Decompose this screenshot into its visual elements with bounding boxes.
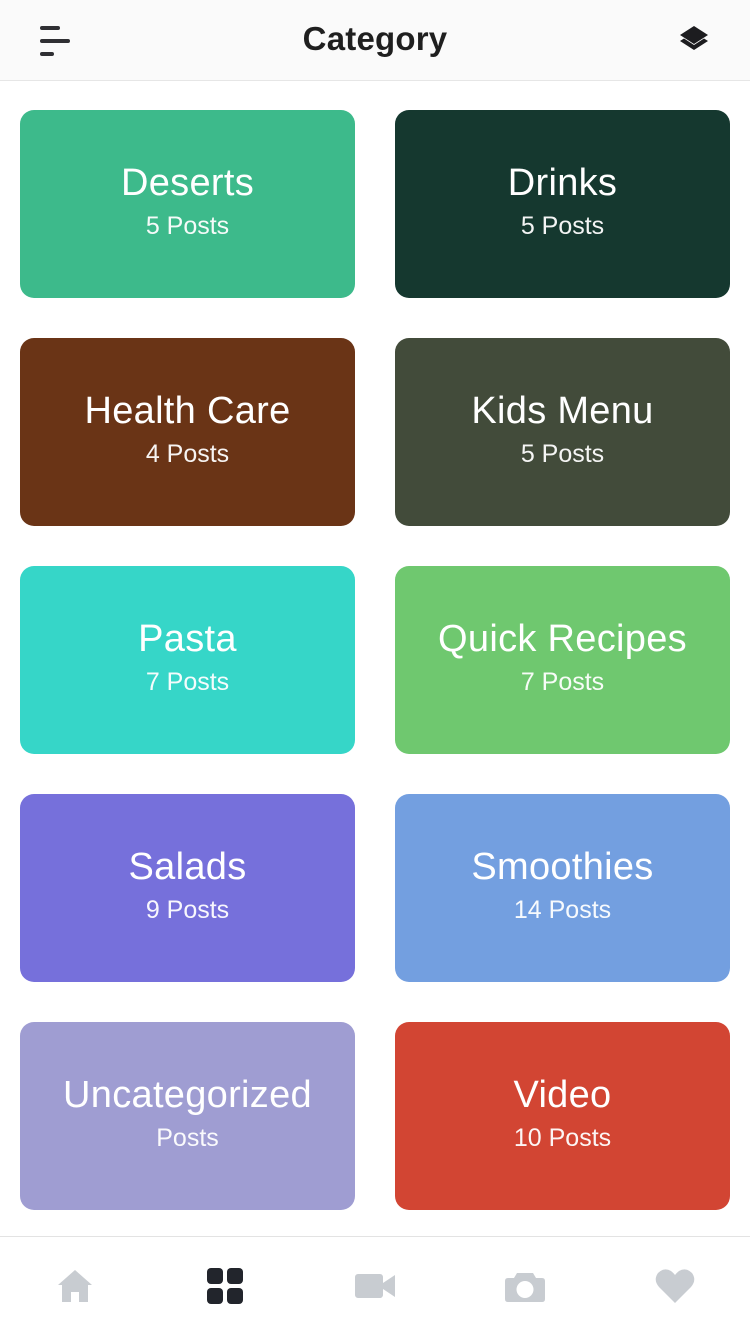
category-name: Uncategorized (63, 1074, 312, 1116)
tab-video[interactable] (300, 1237, 450, 1334)
video-icon (355, 1273, 395, 1298)
category-card[interactable]: Uncategorized Posts (20, 1022, 355, 1210)
home-icon (58, 1269, 92, 1302)
category-card[interactable]: Quick Recipes 7 Posts (395, 566, 730, 754)
category-post-count: 14 Posts (513, 896, 612, 924)
category-name: Video (513, 1074, 612, 1116)
category-post-count: 7 Posts (145, 668, 230, 696)
category-grid: Deserts 5 Posts Drinks 5 Posts Health Ca… (20, 110, 730, 1210)
category-card[interactable]: Deserts 5 Posts (20, 110, 355, 298)
category-name: Pasta (138, 618, 237, 660)
category-card[interactable]: Smoothies 14 Posts (395, 794, 730, 982)
category-post-count: 10 Posts (513, 1124, 612, 1152)
category-post-count: 7 Posts (520, 668, 605, 696)
app-screen: Category Deserts 5 Posts Drinks 5 Posts … (0, 0, 750, 1334)
page-title: Category (302, 20, 448, 57)
category-name: Quick Recipes (438, 618, 687, 660)
camera-icon (505, 1272, 545, 1302)
heart-icon (655, 1268, 695, 1303)
category-card[interactable]: Kids Menu 5 Posts (395, 338, 730, 526)
category-name: Salads (128, 846, 247, 888)
category-post-count: 5 Posts (520, 440, 605, 468)
tab-camera[interactable] (450, 1237, 600, 1334)
category-post-count: 9 Posts (145, 896, 230, 924)
grid-icon (207, 1267, 243, 1304)
category-name: Drinks (507, 162, 618, 204)
bottom-tab-bar (0, 1236, 750, 1334)
category-post-count: Posts (156, 1124, 219, 1152)
category-post-count: 5 Posts (145, 212, 230, 240)
tab-favorites[interactable] (600, 1237, 750, 1334)
layers-icon[interactable] (670, 20, 718, 62)
category-card[interactable]: Pasta 7 Posts (20, 566, 355, 754)
category-card[interactable]: Drinks 5 Posts (395, 110, 730, 298)
tab-home[interactable] (0, 1237, 150, 1334)
category-post-count: 4 Posts (145, 440, 230, 468)
category-card[interactable]: Salads 9 Posts (20, 794, 355, 982)
category-post-count: 5 Posts (520, 212, 605, 240)
category-name: Smoothies (471, 846, 654, 888)
category-card[interactable]: Health Care 4 Posts (20, 338, 355, 526)
category-card[interactable]: Video 10 Posts (395, 1022, 730, 1210)
category-name: Kids Menu (471, 390, 654, 432)
category-name: Health Care (84, 390, 291, 432)
tab-categories[interactable] (150, 1237, 300, 1334)
category-name: Deserts (120, 162, 255, 204)
header: Category (0, 0, 750, 81)
